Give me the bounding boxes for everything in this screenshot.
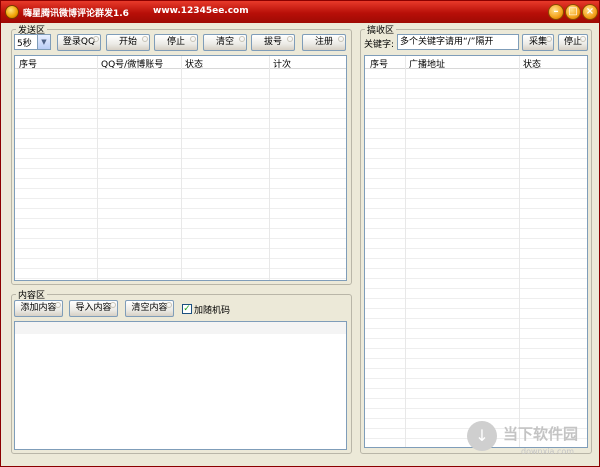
button-decoration-icon (110, 302, 116, 308)
dial-button[interactable]: 拔号 (251, 34, 295, 51)
random-code-checkbox[interactable]: ✓ (182, 304, 192, 314)
button-decoration-icon (239, 36, 245, 42)
clear-label: 清空 (215, 37, 234, 47)
website-url: www.12345ee.com (153, 6, 249, 16)
add-content-button[interactable]: 添加内容 (14, 300, 63, 317)
button-decoration-icon (166, 302, 172, 308)
column-divider (181, 56, 182, 280)
register-label: 注册 (314, 37, 333, 47)
clear-content-label: 清空内容 (131, 303, 168, 313)
close-button[interactable]: × (582, 4, 598, 20)
button-decoration-icon (93, 36, 99, 42)
column-divider (405, 56, 406, 447)
receive-area-title: 搞收区 (365, 23, 397, 36)
watermark-text: 当下软件园 (503, 425, 579, 443)
start-label: 开始 (118, 37, 137, 47)
minimize-button[interactable]: – (548, 4, 564, 20)
login-qq-label: 登录QQ (62, 37, 96, 47)
register-button[interactable]: 注册 (302, 34, 346, 51)
button-decoration-icon (338, 36, 344, 42)
watermark: ↓ 当下软件园 downxia.com (467, 421, 591, 459)
interval-select-value: 5秒 (17, 39, 32, 49)
keyword-input-value: 多个关键字请用“/”隔开 (400, 37, 494, 47)
receive-table[interactable]: 序号 广播地址 状态 (364, 55, 588, 448)
maximize-button[interactable]: □ (565, 4, 581, 20)
window-title: 嗨星腾讯微博评论群发1.6 (23, 9, 129, 19)
watermark-url: downxia.com (521, 447, 575, 456)
clear-button[interactable]: 清空 (203, 34, 247, 51)
import-content-label: 导入内容 (75, 303, 112, 313)
interval-select[interactable]: 5秒 ▼ (14, 34, 51, 50)
button-decoration-icon (580, 36, 586, 42)
keyword-input[interactable]: 多个关键字请用“/”隔开 (397, 34, 519, 50)
add-content-label: 添加内容 (20, 303, 57, 313)
title-bar[interactable]: 嗨星腾讯微博评论群发1.6 www.12345ee.com – □ × (1, 1, 599, 23)
download-arrow-icon: ↓ (467, 421, 497, 451)
receive-stop-button[interactable]: 停止 (558, 34, 588, 51)
receive-table-rows[interactable] (365, 69, 587, 447)
login-qq-button[interactable]: 登录QQ (57, 34, 101, 51)
button-decoration-icon (287, 36, 293, 42)
chevron-down-icon[interactable]: ▼ (37, 35, 50, 49)
stop-label: 停止 (166, 37, 185, 47)
import-content-button[interactable]: 导入内容 (69, 300, 118, 317)
column-divider (97, 56, 98, 280)
clear-content-button[interactable]: 清空内容 (125, 300, 174, 317)
button-decoration-icon (190, 36, 196, 42)
dial-label: 拔号 (263, 37, 282, 47)
button-decoration-icon (55, 302, 61, 308)
column-divider (269, 56, 270, 280)
send-table[interactable]: 序号 QQ号/微博账号 状态 计次 (14, 55, 347, 281)
button-decoration-icon (142, 36, 148, 42)
collect-label: 采集 (528, 37, 547, 47)
column-divider (519, 56, 520, 447)
collect-button[interactable]: 采集 (522, 34, 554, 51)
app-logo-icon (5, 5, 19, 19)
content-textarea[interactable] (14, 321, 347, 450)
receive-table-header: 序号 广播地址 状态 (365, 56, 587, 70)
stop-button[interactable]: 停止 (154, 34, 198, 51)
keyword-label: 关键字: (364, 40, 395, 50)
button-decoration-icon (546, 36, 552, 42)
start-button[interactable]: 开始 (106, 34, 150, 51)
app-window: 嗨星腾讯微博评论群发1.6 www.12345ee.com – □ × 发送区 … (0, 0, 600, 467)
random-code-label[interactable]: 加随机码 (194, 303, 230, 316)
